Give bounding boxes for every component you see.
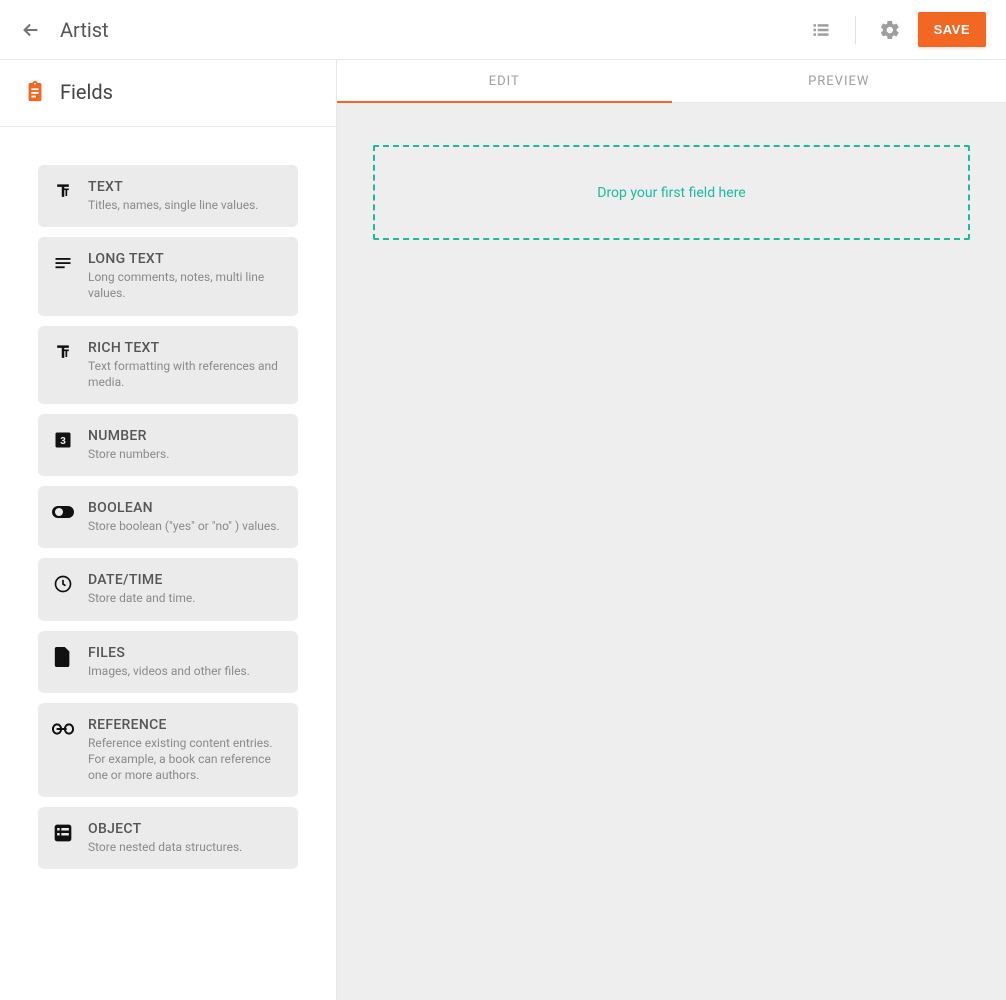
clock-icon <box>52 573 74 595</box>
field-type-object[interactable]: OBJECT Store nested data structures. <box>38 807 298 869</box>
richtext-icon <box>52 341 74 363</box>
text-icon <box>52 180 74 202</box>
field-type-text[interactable]: TEXT Titles, names, single line values. <box>38 165 298 227</box>
field-desc: Store boolean ("yes" or "no" ) values. <box>88 518 284 534</box>
field-desc: Reference existing content entries. For … <box>88 735 284 784</box>
page-title: Artist <box>60 18 801 42</box>
divider <box>855 16 856 44</box>
field-name: FILES <box>88 645 284 661</box>
file-icon <box>52 646 74 668</box>
field-desc: Titles, names, single line values. <box>88 197 284 213</box>
field-type-datetime[interactable]: DATE/TIME Store date and time. <box>38 558 298 620</box>
field-type-number[interactable]: 3 NUMBER Store numbers. <box>38 414 298 476</box>
field-type-boolean[interactable]: BOOLEAN Store boolean ("yes" or "no" ) v… <box>38 486 298 548</box>
field-name: DATE/TIME <box>88 572 284 588</box>
save-button[interactable]: SAVE <box>918 12 986 47</box>
sidebar-title: Fields <box>60 80 113 104</box>
field-name: RICH TEXT <box>88 340 284 356</box>
field-type-richtext[interactable]: RICH TEXT Text formatting with reference… <box>38 326 298 404</box>
back-arrow-icon[interactable] <box>20 19 42 41</box>
field-name: REFERENCE <box>88 717 284 733</box>
field-name: NUMBER <box>88 428 284 444</box>
dropzone[interactable]: Drop your first field here <box>373 145 970 240</box>
tabs: EDIT PREVIEW <box>337 60 1006 103</box>
svg-text:3: 3 <box>60 436 66 447</box>
field-desc: Store nested data structures. <box>88 839 284 855</box>
number-icon: 3 <box>52 429 74 451</box>
field-desc: Store date and time. <box>88 590 284 606</box>
field-desc: Images, videos and other files. <box>88 663 284 679</box>
field-type-reference[interactable]: REFERENCE Reference existing content ent… <box>38 703 298 798</box>
field-desc: Store numbers. <box>88 446 284 462</box>
sidebar: Fields TEXT Titles, names, single line v… <box>0 60 337 1000</box>
longtext-icon <box>52 252 74 274</box>
field-type-longtext[interactable]: LONG TEXT Long comments, notes, multi li… <box>38 237 298 315</box>
field-name: TEXT <box>88 179 284 195</box>
tab-edit[interactable]: EDIT <box>337 60 672 102</box>
clipboard-icon <box>24 81 46 103</box>
dropzone-placeholder: Drop your first field here <box>597 185 745 201</box>
gear-icon[interactable] <box>870 10 910 50</box>
boolean-icon <box>52 501 74 523</box>
object-icon <box>52 822 74 844</box>
field-name: LONG TEXT <box>88 251 284 267</box>
main-panel: EDIT PREVIEW Drop your first field here <box>337 60 1006 1000</box>
link-icon <box>52 718 74 740</box>
tab-preview[interactable]: PREVIEW <box>672 60 1006 102</box>
field-type-files[interactable]: FILES Images, videos and other files. <box>38 631 298 693</box>
field-desc: Long comments, notes, multi line values. <box>88 269 284 301</box>
field-desc: Text formatting with references and medi… <box>88 358 284 390</box>
list-view-icon[interactable] <box>801 10 841 50</box>
field-name: OBJECT <box>88 821 284 837</box>
field-name: BOOLEAN <box>88 500 284 516</box>
field-list: TEXT Titles, names, single line values. … <box>0 127 336 889</box>
